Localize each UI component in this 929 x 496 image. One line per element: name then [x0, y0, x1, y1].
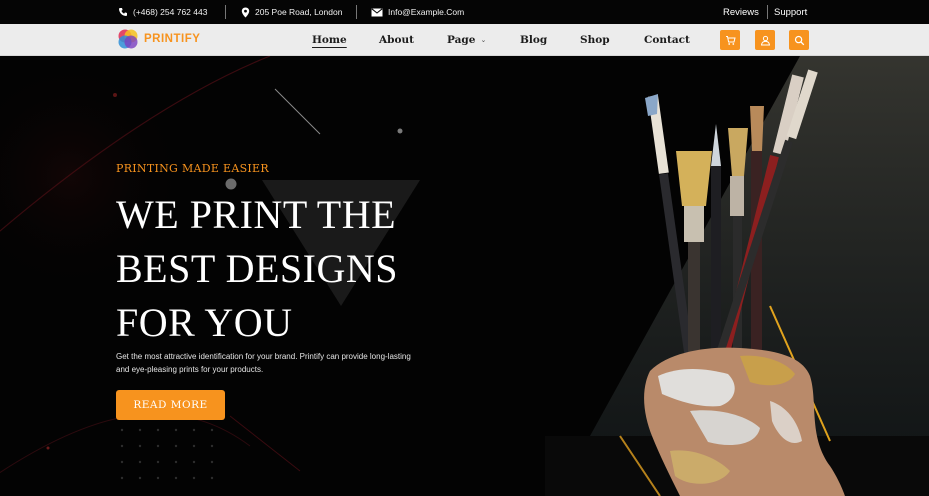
phone-text: (+468) 254 762 443	[133, 7, 208, 17]
hero-eyebrow: PRINTING MADE EASIER	[116, 162, 269, 175]
phone-icon	[119, 8, 127, 16]
nav-about[interactable]: About	[379, 24, 414, 55]
chevron-down-icon: ⌄	[480, 35, 487, 44]
account-button[interactable]	[755, 30, 775, 50]
support-link[interactable]: Support	[774, 0, 807, 24]
topbar-divider	[767, 5, 768, 19]
main-header: PRINTIFY Home About Page ⌄ Blog Shop Con…	[0, 24, 929, 56]
nav-page-label: Page	[447, 33, 476, 46]
brand-name: PRINTIFY	[144, 33, 201, 45]
search-button[interactable]	[789, 30, 809, 50]
headline-line: FOR YOU	[116, 300, 293, 345]
read-more-button[interactable]: READ MORE	[116, 390, 225, 420]
reviews-link[interactable]: Reviews	[723, 0, 759, 24]
logo-mark-icon	[118, 29, 138, 49]
address-text: 205 Poe Road, London	[255, 7, 343, 17]
hero-section: PRINTING MADE EASIER WE PRINT THE BEST D…	[0, 56, 929, 496]
headline-line: BEST DESIGNS	[116, 246, 398, 291]
headline-line: WE PRINT THE	[116, 192, 397, 237]
nav-page[interactable]: Page ⌄	[447, 24, 486, 55]
email-contact[interactable]: Info@Example.Com	[371, 0, 464, 24]
nav-shop[interactable]: Shop	[580, 24, 610, 55]
email-text: Info@Example.Com	[388, 7, 465, 17]
search-icon	[794, 35, 804, 45]
phone-contact[interactable]: (+468) 254 762 443	[118, 0, 207, 24]
nav-home[interactable]: Home	[312, 24, 347, 55]
brand-logo[interactable]: PRINTIFY	[116, 27, 200, 51]
hero-headline: WE PRINT THE BEST DESIGNS FOR YOU	[116, 188, 476, 350]
nav-blog[interactable]: Blog	[520, 24, 547, 55]
mail-icon	[371, 7, 383, 16]
location-pin-icon	[241, 7, 250, 17]
topbar-divider	[225, 5, 226, 19]
cart-button[interactable]	[720, 30, 740, 50]
cart-icon	[725, 35, 736, 45]
top-bar: (+468) 254 762 443 205 Poe Road, London …	[0, 0, 929, 24]
paintbrushes-hand-image	[619, 69, 845, 496]
hero-description: Get the most attractive identification f…	[116, 352, 411, 374]
topbar-divider	[356, 5, 357, 19]
nav-contact[interactable]: Contact	[644, 24, 690, 55]
user-icon	[760, 35, 770, 45]
address-contact: 205 Poe Road, London	[241, 0, 342, 24]
